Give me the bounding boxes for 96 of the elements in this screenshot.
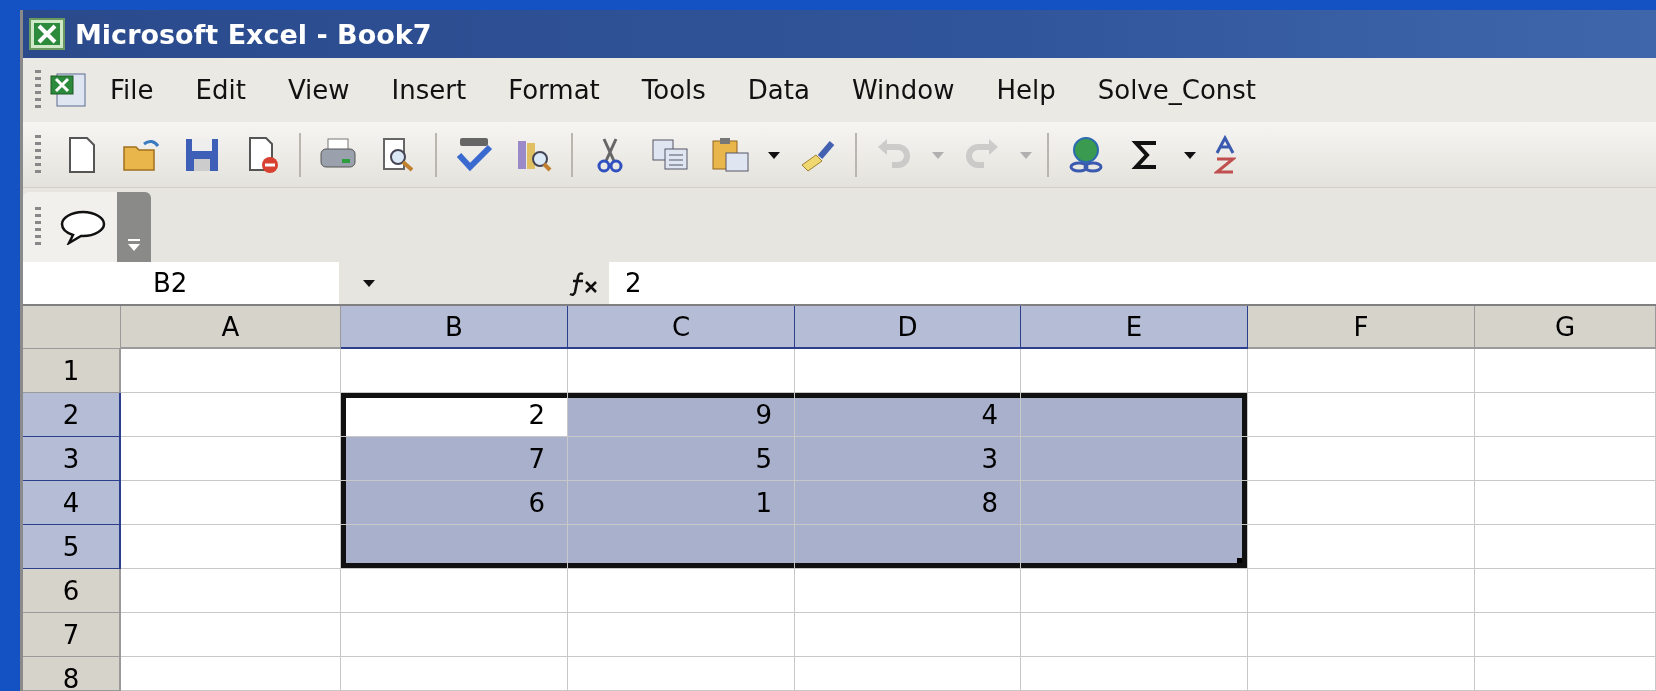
- caret-icon: [1183, 149, 1197, 160]
- formula-field[interactable]: 2: [609, 262, 1656, 304]
- column-header[interactable]: F: [1248, 306, 1475, 349]
- cell[interactable]: [121, 525, 341, 569]
- cell[interactable]: [568, 525, 795, 569]
- workbook-icon[interactable]: [49, 70, 89, 110]
- cell[interactable]: [1475, 481, 1656, 525]
- menu-item[interactable]: Window: [830, 75, 976, 105]
- caret-icon: [1019, 149, 1033, 160]
- row-header[interactable]: 4: [23, 481, 121, 525]
- cell[interactable]: [1248, 481, 1475, 525]
- cell[interactable]: [1021, 569, 1248, 613]
- cell[interactable]: [1475, 569, 1656, 613]
- name-box[interactable]: B2: [23, 262, 339, 304]
- caret-icon: [362, 278, 376, 288]
- spreadsheet-app-icon: [29, 18, 65, 50]
- cell[interactable]: [568, 349, 795, 393]
- cell[interactable]: [1021, 349, 1248, 393]
- cell[interactable]: [795, 657, 1021, 691]
- select-all-corner[interactable]: [23, 306, 121, 349]
- menu-item[interactable]: File: [89, 75, 175, 105]
- cell[interactable]: [341, 569, 568, 613]
- column-header[interactable]: C: [568, 306, 795, 349]
- cell[interactable]: 5: [568, 437, 795, 481]
- row-header[interactable]: 3: [23, 437, 121, 481]
- cell[interactable]: [795, 613, 1021, 657]
- menu-item[interactable]: Insert: [370, 75, 488, 105]
- cell[interactable]: [795, 569, 1021, 613]
- cell[interactable]: [1021, 437, 1248, 481]
- menu-item[interactable]: View: [266, 75, 371, 105]
- cell[interactable]: [1021, 481, 1248, 525]
- window-title: Microsoft Excel - Book7: [75, 18, 432, 50]
- cell[interactable]: [568, 569, 795, 613]
- cell[interactable]: [1021, 657, 1248, 691]
- cell[interactable]: [568, 657, 795, 691]
- cell[interactable]: [1248, 613, 1475, 657]
- cell[interactable]: [795, 349, 1021, 393]
- sort-icon: [1214, 134, 1236, 175]
- speech-bubble-icon: [59, 209, 107, 245]
- cell[interactable]: 9: [568, 393, 795, 437]
- cell[interactable]: [121, 437, 341, 481]
- cell[interactable]: [1021, 525, 1248, 569]
- row-header[interactable]: 8: [23, 657, 121, 691]
- cell[interactable]: [1475, 437, 1656, 481]
- cell[interactable]: [1248, 525, 1475, 569]
- cell[interactable]: [1248, 349, 1475, 393]
- cell[interactable]: [1475, 613, 1656, 657]
- cell[interactable]: [121, 613, 341, 657]
- cell[interactable]: [341, 613, 568, 657]
- cell[interactable]: [1475, 525, 1656, 569]
- cell[interactable]: [795, 525, 1021, 569]
- cell[interactable]: [1475, 657, 1656, 691]
- cell[interactable]: [1248, 657, 1475, 691]
- cell[interactable]: [341, 349, 568, 393]
- caret-icon: [931, 149, 945, 160]
- cell[interactable]: [1248, 393, 1475, 437]
- cell[interactable]: [568, 613, 795, 657]
- column-header[interactable]: A: [121, 306, 341, 349]
- menu-item[interactable]: Format: [487, 75, 621, 105]
- cell[interactable]: [1475, 393, 1656, 437]
- cell[interactable]: [1021, 613, 1248, 657]
- column-header[interactable]: B: [341, 306, 568, 349]
- caret-icon: [767, 149, 781, 160]
- row-header[interactable]: 7: [23, 613, 121, 657]
- cell[interactable]: [1021, 393, 1248, 437]
- cell[interactable]: 3: [795, 437, 1021, 481]
- cell[interactable]: 6: [341, 481, 568, 525]
- menu-item[interactable]: Help: [975, 75, 1077, 105]
- cell[interactable]: [121, 393, 341, 437]
- column-header[interactable]: E: [1021, 306, 1248, 349]
- column-header[interactable]: G: [1475, 306, 1656, 349]
- cell[interactable]: [1248, 569, 1475, 613]
- menu-item[interactable]: Data: [726, 75, 831, 105]
- cell[interactable]: [341, 657, 568, 691]
- cell[interactable]: [341, 525, 568, 569]
- menu-item[interactable]: Solve_Const: [1076, 75, 1278, 105]
- cell[interactable]: 8: [795, 481, 1021, 525]
- function-icon[interactable]: [569, 270, 599, 296]
- cell[interactable]: [121, 349, 341, 393]
- chevron-down-icon: [126, 238, 142, 252]
- cell[interactable]: 2: [341, 393, 568, 437]
- row-header[interactable]: 1: [23, 349, 121, 393]
- cell[interactable]: [121, 657, 341, 691]
- row-header[interactable]: 2: [23, 393, 121, 437]
- row-header[interactable]: 5: [23, 525, 121, 569]
- cell[interactable]: [121, 569, 341, 613]
- cell[interactable]: 7: [341, 437, 568, 481]
- cell[interactable]: [1475, 349, 1656, 393]
- row-header[interactable]: 6: [23, 569, 121, 613]
- cell[interactable]: [121, 481, 341, 525]
- cell[interactable]: 1: [568, 481, 795, 525]
- column-header[interactable]: D: [795, 306, 1021, 349]
- menu-item[interactable]: Edit: [174, 75, 267, 105]
- cell[interactable]: 4: [795, 393, 1021, 437]
- menu-item[interactable]: Tools: [620, 75, 727, 105]
- cell[interactable]: [1248, 437, 1475, 481]
